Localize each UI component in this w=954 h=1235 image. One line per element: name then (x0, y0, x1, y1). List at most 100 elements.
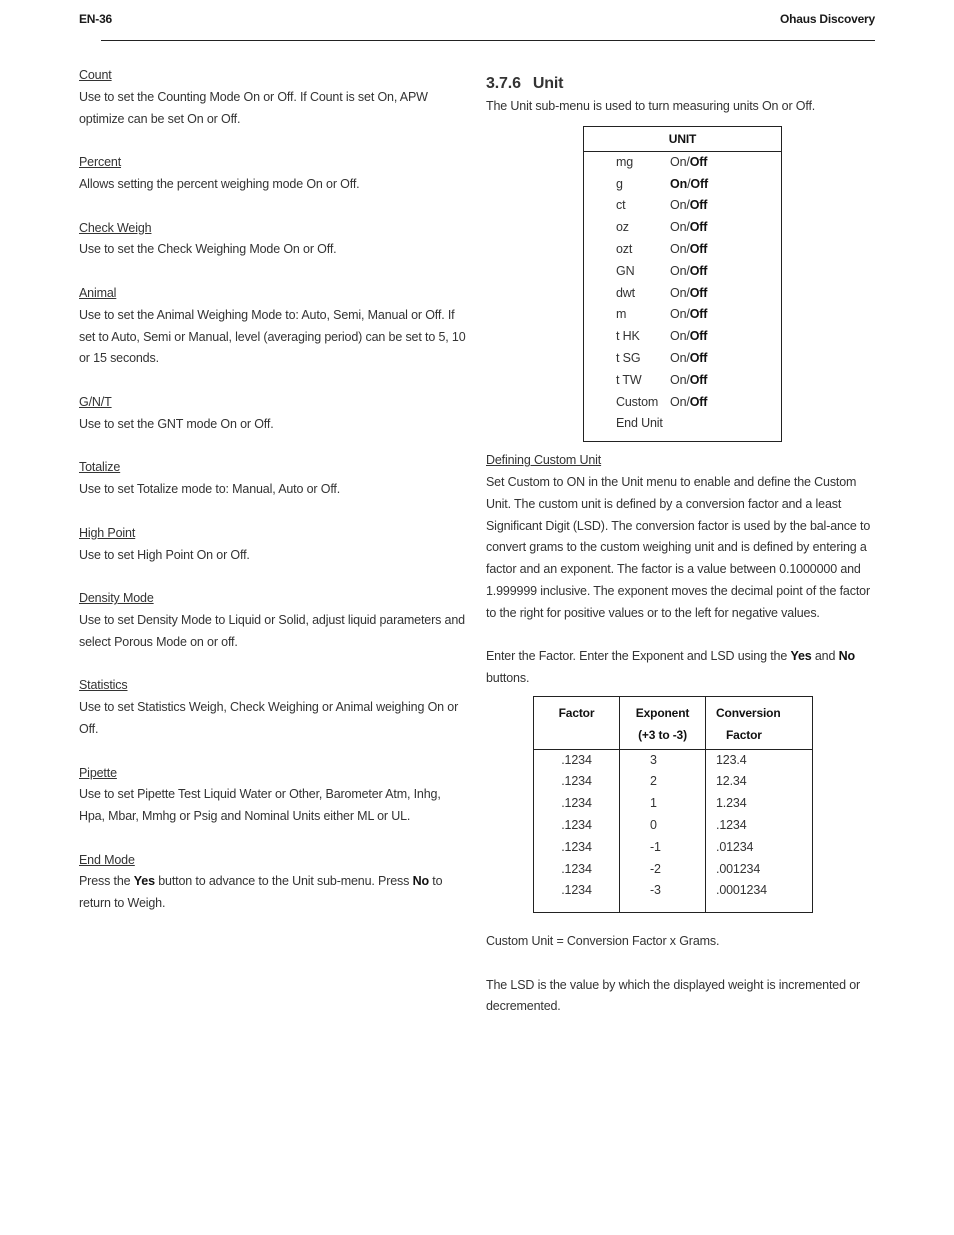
on-option: On (670, 154, 687, 169)
section-title: End Mode (79, 852, 135, 867)
section-number: 3.7.6 (486, 75, 521, 92)
section-title: Check Weigh (79, 220, 152, 235)
section-title: Animal (79, 285, 117, 300)
header-conversion-factor: Conversion Factor (705, 696, 813, 750)
factor-table-row: .1234 2 12.34 (533, 771, 813, 794)
conversion-cell: 1.234 (705, 793, 813, 815)
factor-table-row: .1234 0.1234 (533, 814, 813, 837)
on-option: On (670, 220, 687, 235)
on-option: On (670, 372, 687, 387)
section-title: G/N/T (79, 394, 112, 409)
exponent-cell: 1 (619, 793, 706, 815)
unit-row: dwt On/Off (584, 283, 781, 305)
unit-setting: On/Off (670, 261, 707, 283)
unit-row: oz On/Off (584, 217, 781, 239)
section-title: High Point (79, 525, 136, 540)
section-body: Use to set the Animal Weighing Mode to: … (79, 307, 466, 366)
factor-cell: .1234 (533, 814, 620, 837)
unit-intro: The Unit sub-menu is used to turn measur… (486, 99, 816, 113)
on-option: On (670, 241, 687, 256)
unit-row: t HK On/Off (584, 326, 781, 348)
header-factor: Factor (533, 696, 620, 750)
left-column: Count Use to set the Counting Mode On or… (79, 65, 469, 937)
factor-cell: .1234 (533, 880, 620, 913)
unit-row: ozt On/Off (584, 239, 781, 261)
factor-table-row: .1234 -1.01234 (533, 836, 813, 859)
off-option: Off (690, 176, 708, 191)
unit-row: t TW On/Off (584, 370, 781, 392)
text-run: Enter the Factor. Enter the Exponent and… (486, 649, 791, 664)
unit-setting: On/Off (670, 304, 707, 326)
off-option: Off (689, 198, 708, 213)
conversion-cell: .001234 (705, 858, 813, 881)
unit-name: t SG (616, 350, 641, 365)
no-keyword: No (412, 874, 430, 889)
exponent-cell: 0 (619, 814, 706, 837)
end-unit-label: End Unit (616, 416, 663, 431)
section-pipette: Pipette Use to set Pipette Test Liquid W… (79, 763, 469, 828)
unit-name: GN (616, 263, 635, 278)
section-title: Density Mode (79, 591, 154, 606)
text-run: buttons. (486, 671, 530, 686)
exponent-cell: -2 (619, 858, 706, 881)
section-body: Use to set Statistics Weigh, Check Weigh… (79, 700, 459, 736)
unit-name: t TW (616, 372, 642, 387)
section-gnt: G/N/T Use to set the GNT mode On or Off. (79, 392, 469, 436)
unit-name: m (616, 307, 627, 322)
section-density-mode: Density Mode Use to set Density Mode to … (79, 588, 469, 653)
unit-table-title: UNIT (584, 127, 781, 152)
exponent-cell: 3 (619, 749, 706, 772)
formula-text: Custom Unit = Conversion Factor x Grams. (486, 934, 720, 949)
enter-factor-text: Enter the Factor. Enter the Exponent and… (486, 646, 876, 690)
unit-name: t HK (616, 329, 640, 344)
section-count: Count Use to set the Counting Mode On or… (79, 65, 469, 130)
section-high-point: High Point Use to set High Point On or O… (79, 523, 469, 567)
section-body: Use to set the Counting Mode On or Off. … (79, 89, 428, 126)
conversion-cell: .01234 (705, 836, 813, 859)
factor-table-row: .1234 -2.001234 (533, 858, 813, 881)
section-end-mode: End Mode Press the Yes button to advance… (79, 850, 469, 915)
unit-setting: On/Off (670, 239, 707, 261)
no-keyword: No (838, 649, 856, 664)
factor-cell: .1234 (533, 836, 620, 859)
section-heading-title: Unit (532, 75, 564, 92)
factor-table: Factor Exponent (+3 to -3) Conversion Fact… (533, 695, 813, 914)
factor-table-header: Factor Exponent (+3 to -3) Conversion Fact… (533, 696, 813, 750)
section-body: Use to set the Check Weighing Mode On or… (79, 242, 337, 257)
unit-name: Custom (616, 394, 659, 409)
section-animal: Animal Use to set the Animal Weighing Mo… (79, 283, 469, 370)
on-option: On (670, 176, 688, 191)
section-body: Use to set the GNT mode On or Off. (79, 416, 274, 431)
unit-name: mg (616, 154, 634, 169)
custom-unit-title: Defining Custom Unit (486, 453, 602, 468)
section-body: Use to set Totalize mode to: Manual, Aut… (79, 482, 341, 497)
unit-row: mg On/Off (584, 152, 781, 174)
exponent-cell: -1 (619, 836, 706, 859)
unit-row: Custom On/Off (584, 392, 781, 414)
on-option: On (670, 263, 687, 278)
document-title: Ohaus Discovery (779, 12, 875, 26)
section-body: Press the Yes button to advance to the U… (79, 871, 469, 915)
section-title: Statistics (79, 678, 128, 693)
unit-table-rows: mg On/Off g On/Off ct On/Off oz On/Off ozt On/Off… (584, 152, 781, 441)
section-title: Pipette (79, 765, 117, 780)
yes-keyword: Yes (790, 649, 812, 664)
unit-setting: On/Off (670, 174, 708, 196)
header-text: (+3 to -3) (638, 727, 687, 742)
off-option: Off (689, 350, 708, 365)
factor-cell: .1234 (533, 858, 620, 881)
unit-setting: On/Off (670, 326, 707, 348)
text-run: Press the (79, 874, 134, 889)
off-option: Off (689, 329, 708, 344)
unit-name: ct (616, 198, 626, 213)
section-title: Totalize (79, 460, 121, 475)
end-unit-row: End Unit (584, 413, 781, 435)
section-body: Use to set Density Mode to Liquid or Sol… (79, 612, 465, 649)
section-title: Count (79, 68, 112, 82)
factor-cell: .1234 (533, 771, 620, 794)
header-text: Exponent (635, 705, 690, 720)
on-option: On (670, 394, 687, 409)
conversion-cell: 12.34 (705, 771, 813, 794)
section-heading: 3.7.6 Unit (486, 72, 876, 96)
